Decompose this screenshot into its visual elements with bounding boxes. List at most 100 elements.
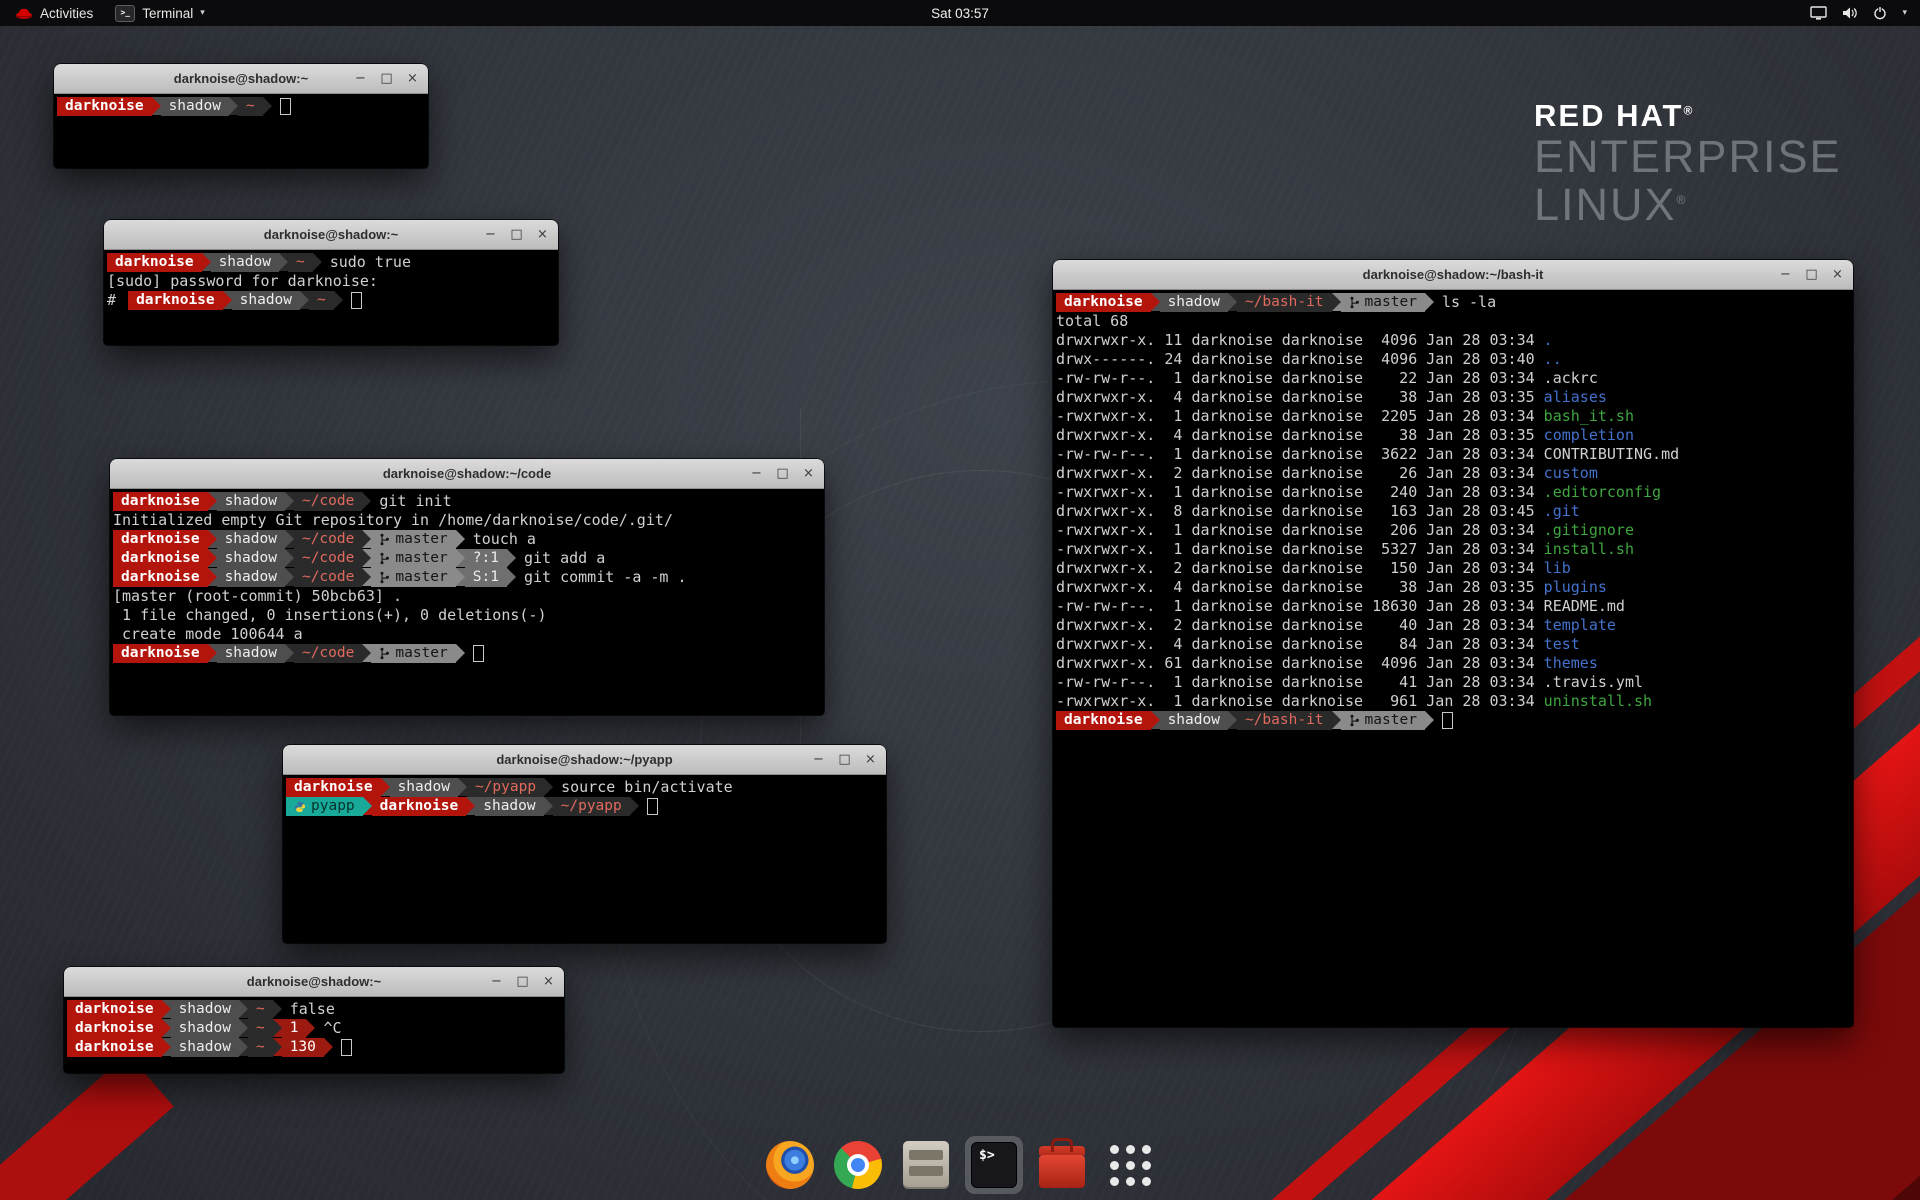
prompt-line: darknoiseshadow~/bash-itmaster (1056, 711, 1853, 730)
window-titlebar[interactable]: darknoise@shadow:~/bash-it − □ × (1053, 260, 1853, 290)
file-name: CONTRIBUTING.md (1544, 445, 1679, 463)
close-button[interactable]: × (802, 467, 815, 480)
prompt-line: darknoiseshadow~false (67, 1000, 564, 1019)
prompt-segment-host: shadow (1160, 293, 1228, 312)
prompt-line: darknoiseshadow~sudo true (107, 253, 558, 272)
git-branch-icon (1349, 714, 1360, 727)
clock[interactable]: Sat 03:57 (931, 6, 989, 21)
output-line: -rwxrwxr-x. 1 darknoise darknoise 961 Ja… (1056, 692, 1853, 711)
maximize-button[interactable]: □ (1805, 268, 1818, 281)
window-titlebar[interactable]: darknoise@shadow:~ − □ × (104, 220, 558, 250)
powerline-separator (1228, 293, 1237, 311)
minimize-button[interactable]: − (490, 975, 503, 988)
window-controls: − □ × (354, 64, 419, 93)
powerline-separator (1332, 711, 1341, 729)
output-line: -rwxrwxr-x. 1 darknoise darknoise 240 Ja… (1056, 483, 1853, 502)
terminal-content[interactable]: darknoiseshadow~ (54, 94, 428, 168)
powerline-separator (229, 97, 238, 115)
output-line: [master (root-commit) 50bcb63] . (113, 587, 824, 606)
dock-item-toolbox[interactable] (1033, 1136, 1091, 1194)
powerline-separator (285, 492, 294, 510)
close-button[interactable]: × (406, 72, 419, 85)
prompt-segment-host: shadow (217, 644, 285, 663)
output-text: drwxrwxr-x. 61 darknoise darknoise 4096 … (1056, 654, 1544, 672)
dock-item-terminal[interactable]: $> (965, 1136, 1023, 1194)
window-titlebar[interactable]: darknoise@shadow:~ − □ × (64, 967, 564, 997)
output-text: -rw-rw-r--. 1 darknoise darknoise 3622 J… (1056, 445, 1544, 463)
prompt-segment-user: darknoise (113, 549, 208, 568)
maximize-button[interactable]: □ (380, 72, 393, 85)
maximize-button[interactable]: □ (516, 975, 529, 988)
app-menu[interactable]: >_ Terminal ▾ (104, 0, 216, 26)
terminal-content[interactable]: darknoiseshadow~sudo true[sudo] password… (104, 250, 558, 345)
prompt-segment-path: ~ (248, 1000, 273, 1019)
window-title: darknoise@shadow:~ (247, 974, 381, 989)
close-button[interactable]: × (1831, 268, 1844, 281)
maximize-button[interactable]: □ (776, 467, 789, 480)
output-text: drwxrwxr-x. 4 darknoise darknoise 84 Jan… (1056, 635, 1544, 653)
window-titlebar[interactable]: darknoise@shadow:~/pyapp − □ × (283, 745, 886, 775)
minimize-button[interactable]: − (1779, 268, 1792, 281)
chrome-icon (834, 1141, 882, 1189)
terminal-content[interactable]: darknoiseshadow~/bash-itmasterls -latota… (1053, 290, 1853, 1027)
output-line: drwxrwxr-x. 2 darknoise darknoise 150 Ja… (1056, 559, 1853, 578)
powerline-separator (1151, 293, 1160, 311)
prompt-segment-path: ~ (238, 97, 263, 116)
prompt-segment-user: darknoise (57, 97, 152, 116)
prompt-segment-venv: pyapp (286, 797, 363, 816)
window-controls: − □ × (484, 220, 549, 249)
minimize-button[interactable]: − (812, 753, 825, 766)
terminal-content[interactable]: darknoiseshadow~/pyappsource bin/activat… (283, 775, 886, 943)
prompt-segment-user: darknoise (1056, 711, 1151, 730)
prompt-line: darknoiseshadow~/codegit init (113, 492, 824, 511)
output-text: [sudo] password for darknoise: (107, 272, 378, 290)
window-controls: − □ × (750, 459, 815, 488)
file-name: uninstall.sh (1544, 692, 1652, 710)
minimize-button[interactable]: − (354, 72, 367, 85)
output-text: -rwxrwxr-x. 1 darknoise darknoise 961 Ja… (1056, 692, 1544, 710)
output-line: drwxrwxr-x. 2 darknoise darknoise 26 Jan… (1056, 464, 1853, 483)
dock-item-files[interactable] (897, 1136, 955, 1194)
minimize-button[interactable]: − (750, 467, 763, 480)
terminal-content[interactable]: darknoiseshadow~falsedarknoiseshadow~1^C… (64, 997, 564, 1073)
activities-label: Activities (40, 6, 93, 21)
prompt-segment-git: master (371, 568, 455, 587)
window-titlebar[interactable]: darknoise@shadow:~/code − □ × (110, 459, 824, 489)
powerline-separator (162, 1038, 171, 1056)
powerline-separator (313, 253, 322, 271)
file-name: custom (1544, 464, 1598, 482)
prompt-segment-user: darknoise (67, 1038, 162, 1057)
powerline-separator (363, 797, 372, 815)
git-branch-icon (379, 533, 390, 546)
powerline-separator (285, 530, 294, 548)
powerline-separator (1228, 711, 1237, 729)
file-name: .editorconfig (1544, 483, 1661, 501)
close-button[interactable]: × (536, 228, 549, 241)
output-line: drwx------. 24 darknoise darknoise 4096 … (1056, 350, 1853, 369)
dock-item-app-grid[interactable] (1101, 1136, 1159, 1194)
close-button[interactable]: × (864, 753, 877, 766)
dot (1142, 1177, 1151, 1186)
dock-item-firefox[interactable] (761, 1136, 819, 1194)
file-name: .travis.yml (1544, 673, 1643, 691)
git-branch-icon (379, 552, 390, 565)
prompt-segment-user: darknoise (67, 1019, 162, 1038)
prompt-segment-gitstat: S:1 (465, 568, 507, 587)
maximize-button[interactable]: □ (838, 753, 851, 766)
git-branch-icon (1349, 296, 1360, 309)
maximize-button[interactable]: □ (510, 228, 523, 241)
prompt-segment-host: shadow (217, 530, 285, 549)
system-status-area[interactable]: ▾ (1810, 6, 1920, 20)
close-button[interactable]: × (542, 975, 555, 988)
prompt-segment-host: shadow (217, 492, 285, 511)
output-line: 1 file changed, 0 insertions(+), 0 delet… (113, 606, 824, 625)
output-line: -rw-rw-r--. 1 darknoise darknoise 3622 J… (1056, 445, 1853, 464)
powerline-separator (456, 549, 465, 567)
activities-button[interactable]: Activities (4, 0, 104, 26)
powerline-separator (300, 291, 309, 309)
terminal-content[interactable]: darknoiseshadow~/codegit initInitialized… (110, 489, 824, 715)
minimize-button[interactable]: − (484, 228, 497, 241)
dock-item-chrome[interactable] (829, 1136, 887, 1194)
file-name: test (1544, 635, 1580, 653)
window-titlebar[interactable]: darknoise@shadow:~ − □ × (54, 64, 428, 94)
